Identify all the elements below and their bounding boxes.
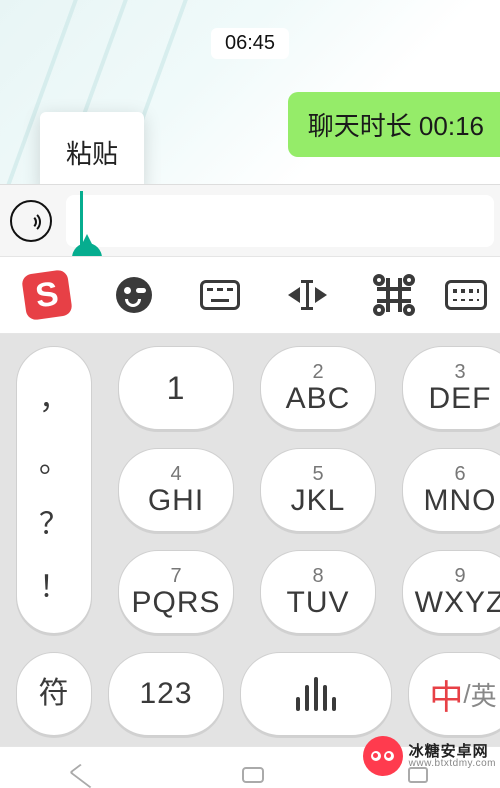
paste-label: 粘贴 [66, 139, 118, 169]
key-letters: MNO [424, 486, 497, 516]
key-numeric[interactable]: 123 [108, 652, 224, 736]
keyboard-icon [200, 280, 240, 310]
keyboard-layout-button[interactable] [177, 256, 264, 334]
key-digit: 6 [454, 464, 465, 484]
cursor-move-button[interactable] [264, 256, 351, 334]
sogou-logo-icon: S [21, 269, 73, 321]
message-input-bar [0, 184, 500, 256]
key-letters: PQRS [131, 588, 220, 618]
chat-timestamp: 06:45 [211, 28, 289, 59]
key-digit: 2 [312, 362, 323, 382]
key-4-ghi[interactable]: 4 GHI [118, 448, 234, 532]
key-label: 123 [139, 679, 192, 709]
key-letters: TUV [287, 588, 350, 618]
key-3-def[interactable]: 3 DEF [402, 346, 500, 430]
ime-toolbar: S [0, 256, 500, 334]
emoji-face-icon [116, 277, 152, 313]
key-symbols[interactable]: 符 [16, 652, 92, 736]
command-icon [377, 278, 411, 312]
punct-exclaim[interactable]: ！ [39, 562, 69, 606]
key-9-wxyz[interactable]: 9 WXYZ [402, 550, 500, 634]
key-6-mno[interactable]: 6 MNO [402, 448, 500, 532]
key-digit: 1 [167, 372, 186, 404]
watermark: 冰糖安卓网 www.btxtdmy.com [363, 736, 496, 776]
watermark-url: www.btxtdmy.com [409, 759, 496, 769]
lang-sep: / [463, 679, 470, 710]
chat-background: 06:45 聊天时长 00:16 粘贴 [0, 0, 500, 184]
nav-home-icon[interactable] [242, 767, 264, 783]
watermark-logo-icon [363, 736, 403, 776]
key-voice-space[interactable] [240, 652, 392, 736]
microphone-wave-icon [296, 677, 336, 711]
key-digit: 5 [312, 464, 323, 484]
key-digit: 3 [454, 362, 465, 382]
shortcut-button[interactable] [350, 256, 437, 334]
key-digit: 8 [312, 566, 323, 586]
lang-zh-label: 中 [429, 670, 463, 719]
key-letters: JKL [291, 486, 346, 516]
ibeam-move-icon [288, 280, 327, 310]
punct-comma[interactable]: ， [39, 374, 69, 418]
emoji-button[interactable] [91, 256, 178, 334]
key-digit: 4 [170, 464, 181, 484]
key-letters: WXYZ [415, 588, 500, 618]
key-8-tuv[interactable]: 8 TUV [260, 550, 376, 634]
key-5-jkl[interactable]: 5 JKL [260, 448, 376, 532]
key-language-toggle[interactable]: 中 / 英 [408, 652, 500, 736]
keyboard-settings-button[interactable] [437, 256, 496, 334]
watermark-title: 冰糖安卓网 [409, 744, 496, 759]
keyboard-grid-icon [445, 280, 487, 310]
key-7-pqrs[interactable]: 7 PQRS [118, 550, 234, 634]
nav-back-icon[interactable] [69, 764, 101, 788]
ime-keypad: ， 。 ？ ！ 1 2 ABC 3 DEF 4 GHI 5 JKL 6 MNO … [0, 334, 500, 746]
key-letters: DEF [429, 384, 492, 414]
punct-period[interactable]: 。 [39, 437, 69, 481]
key-1[interactable]: 1 [118, 346, 234, 430]
key-label: 符 [39, 679, 70, 709]
lang-en-label: 英 [471, 676, 497, 713]
key-letters: ABC [286, 384, 351, 414]
outgoing-message-bubble[interactable]: 聊天时长 00:16 [288, 92, 500, 157]
message-text: 聊天时长 00:16 [308, 111, 484, 141]
punctuation-column[interactable]: ， 。 ？ ！ [16, 346, 92, 634]
key-letters: GHI [148, 486, 204, 516]
punct-question[interactable]: ？ [39, 499, 69, 543]
sound-wave-icon [21, 211, 41, 231]
key-digit: 9 [454, 566, 465, 586]
sogou-logo-button[interactable]: S [4, 256, 91, 334]
key-digit: 7 [170, 566, 181, 586]
key-2-abc[interactable]: 2 ABC [260, 346, 376, 430]
context-menu-paste[interactable]: 粘贴 [40, 112, 144, 184]
message-text-input[interactable] [66, 195, 494, 247]
voice-input-button[interactable] [10, 200, 52, 242]
